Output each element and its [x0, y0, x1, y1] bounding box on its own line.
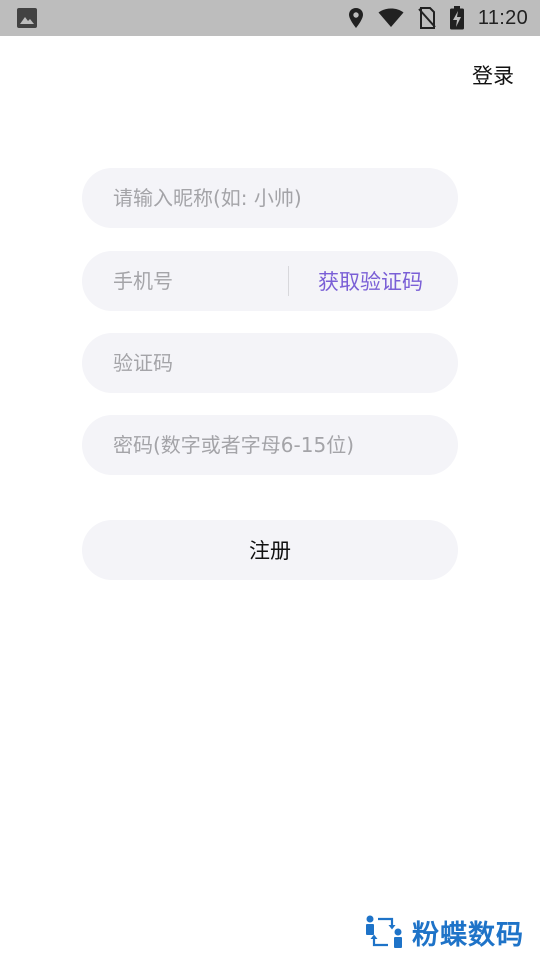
watermark-text: 粉蝶数码: [412, 919, 524, 951]
wifi-icon: [378, 8, 404, 27]
register-button[interactable]: 注册: [82, 520, 458, 580]
status-time: 11:20: [477, 6, 528, 29]
watermark: 粉蝶数码: [364, 912, 524, 952]
code-field: [82, 333, 458, 393]
phone-field: 获取验证码: [82, 251, 458, 311]
get-code-button[interactable]: 获取验证码: [289, 251, 458, 311]
code-input[interactable]: [82, 333, 458, 393]
location-icon: [348, 8, 363, 28]
password-field: [82, 415, 458, 475]
watermark-logo-icon: [366, 915, 402, 948]
nickname-field: [82, 168, 458, 228]
phone-input[interactable]: [82, 251, 288, 311]
status-icons: 11:20: [348, 0, 528, 36]
password-input[interactable]: [82, 415, 458, 475]
login-link[interactable]: 登录: [472, 60, 514, 90]
no-sim-icon: [418, 7, 436, 29]
battery-charging-icon: [449, 6, 464, 30]
status-bar: 11:20: [0, 0, 540, 36]
image-icon: [17, 8, 37, 28]
nickname-input[interactable]: [82, 168, 458, 228]
